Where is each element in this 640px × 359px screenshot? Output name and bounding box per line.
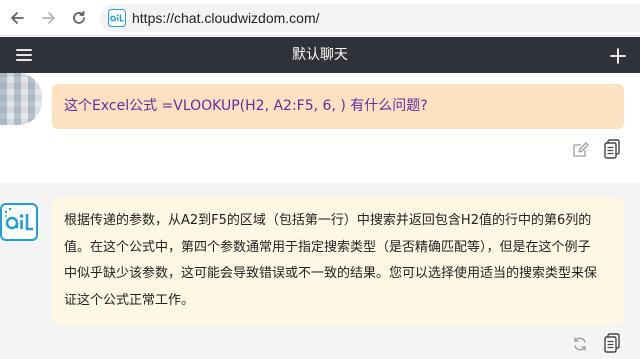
- assistant-message-row: 根据传递的参数，从A2到F5的区域（包括第一行）中搜索并返回包含H2值的行中的第…: [0, 183, 640, 359]
- browser-toolbar: https://chat.cloudwizdom.com/: [0, 0, 640, 36]
- hamburger-menu-icon[interactable]: [14, 46, 34, 64]
- site-logo-icon: [108, 9, 126, 27]
- user-avatar: [0, 73, 42, 125]
- assistant-message-line: 证这个公式正常工作。: [64, 292, 195, 308]
- back-arrow-icon[interactable]: [6, 6, 28, 30]
- assistant-message-line: 值。在这个公式中，第四个参数通常用于指定搜索类型（是否精确匹配等），但是在这个例…: [64, 239, 591, 255]
- reload-icon[interactable]: [68, 6, 90, 30]
- app-header: 默认聊天: [0, 37, 640, 73]
- copy-icon[interactable]: [603, 139, 621, 159]
- address-bar[interactable]: https://chat.cloudwizdom.com/: [100, 4, 640, 32]
- regenerate-icon[interactable]: [571, 335, 589, 353]
- user-message-bubble: 这个Excel公式 =VLOOKUP(H2, A2:F5, 6, ) 有什么问题…: [52, 84, 624, 129]
- new-chat-plus-icon[interactable]: [608, 46, 628, 66]
- assistant-avatar-icon: [0, 203, 38, 241]
- user-message-row: 这个Excel公式 =VLOOKUP(H2, A2:F5, 6, ) 有什么问题…: [0, 73, 640, 183]
- assistant-message-bubble: 根据传递的参数，从A2到F5的区域（包括第一行）中搜索并返回包含H2值的行中的第…: [52, 197, 624, 325]
- assistant-message-line: 根据传递的参数，从A2到F5的区域（包括第一行）中搜索并返回包含H2值的行中的第…: [64, 213, 592, 228]
- chat-title: 默认聊天: [292, 47, 348, 63]
- url-text: https://chat.cloudwizdom.com/: [132, 10, 320, 26]
- copy-icon[interactable]: [603, 333, 621, 353]
- assistant-message-line: 中似乎缺少该参数，这可能会导致错误或不一致的结果。您可以选择使用适当的搜索类型来…: [64, 266, 598, 281]
- edit-icon[interactable]: [571, 141, 589, 159]
- chat-message-list: 这个Excel公式 =VLOOKUP(H2, A2:F5, 6, ) 有什么问题…: [0, 73, 640, 359]
- forward-arrow-icon[interactable]: [38, 6, 60, 30]
